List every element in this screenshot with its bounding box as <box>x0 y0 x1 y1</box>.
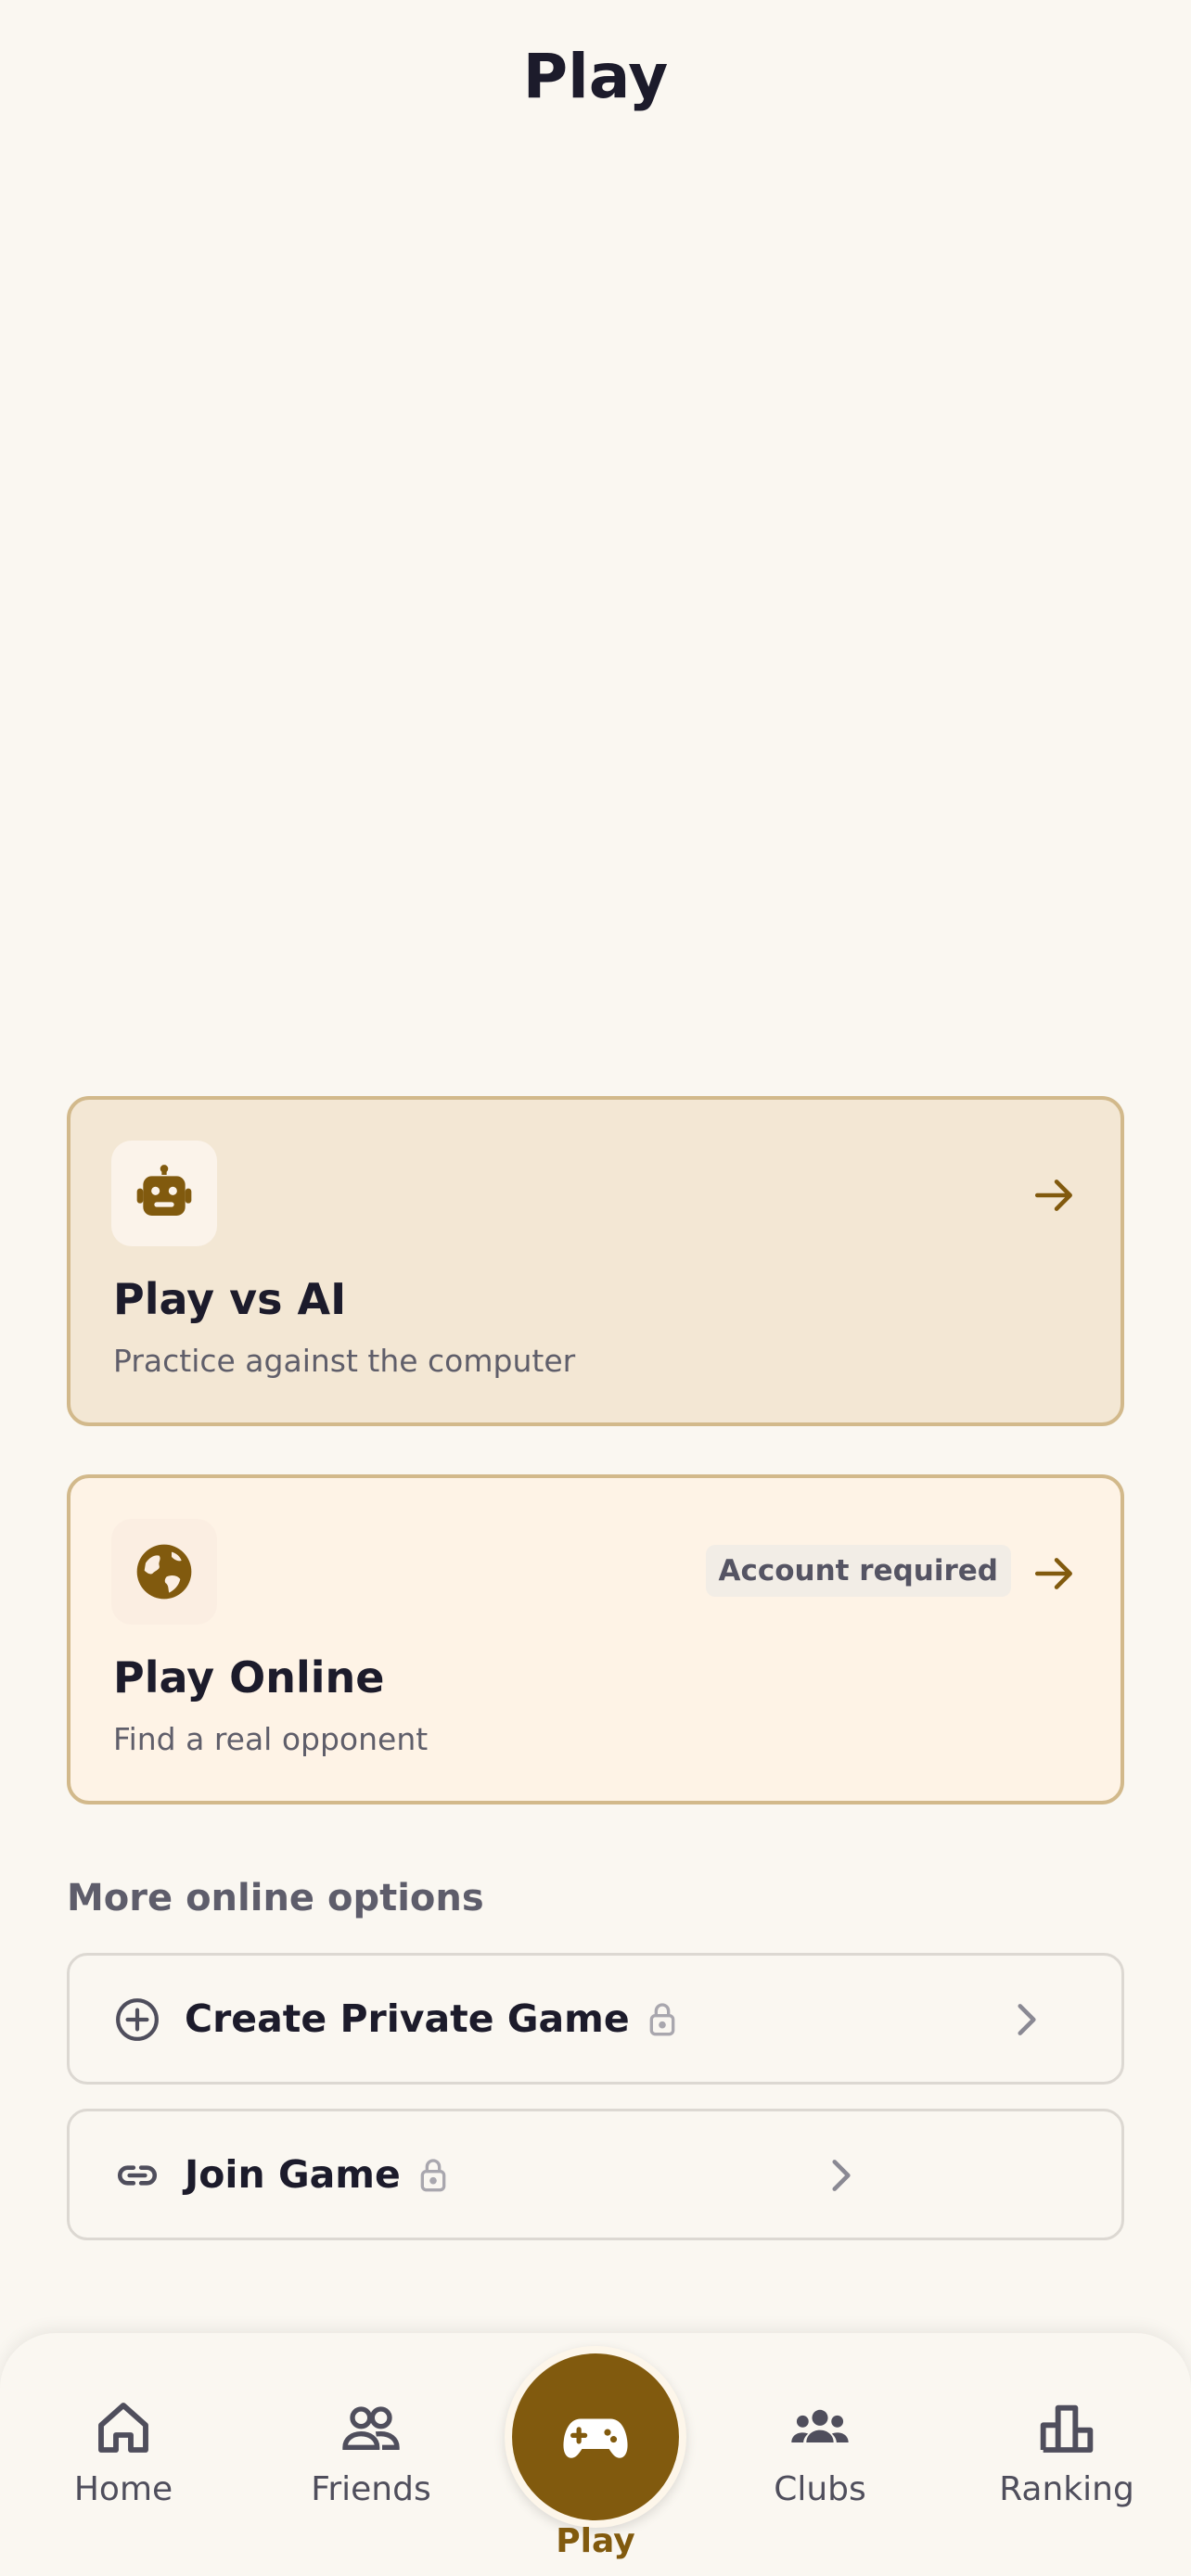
chevron-right-icon <box>832 2160 851 2191</box>
arrow-right-icon <box>1034 1558 1072 1589</box>
globe-icon <box>111 1519 217 1625</box>
nav-friends[interactable]: Friends <box>278 2398 464 2508</box>
create-private-game-label: Create Private Game <box>185 1996 630 2041</box>
more-options-heading: More online options <box>67 1877 484 1919</box>
nav-ranking[interactable]: Ranking <box>974 2398 1159 2508</box>
play-vs-ai-subtitle: Practice against the computer <box>113 1343 576 1379</box>
page-title: Play <box>522 41 669 112</box>
friends-icon <box>342 2406 400 2450</box>
nav-ranking-label: Ranking <box>999 2470 1134 2508</box>
nav-friends-label: Friends <box>311 2470 431 2508</box>
lock-icon <box>649 2003 675 2036</box>
ranking-icon <box>1040 2404 1094 2453</box>
plus-circle-icon <box>116 1998 159 2041</box>
nav-clubs-label: Clubs <box>774 2470 866 2508</box>
nav-home[interactable]: Home <box>31 2398 216 2508</box>
join-game-label: Join Game <box>185 2152 401 2197</box>
play-online-title: Play Online <box>113 1652 385 1702</box>
play-vs-ai-card[interactable]: Play vs AI Practice against the computer <box>67 1096 1124 1426</box>
robot-icon <box>111 1141 217 1246</box>
join-game-button[interactable]: Join Game <box>67 2109 1124 2240</box>
nav-clubs[interactable]: Clubs <box>727 2398 913 2508</box>
home-icon <box>98 2403 148 2453</box>
lock-icon <box>420 2159 446 2192</box>
create-private-game-button[interactable]: Create Private Game <box>67 1953 1124 2085</box>
play-online-subtitle: Find a real opponent <box>113 1721 429 1757</box>
link-icon <box>118 2165 157 2186</box>
nav-play-button[interactable] <box>505 2346 686 2528</box>
arrow-right-icon <box>1034 1180 1072 1211</box>
clubs-icon <box>791 2409 849 2442</box>
nav-home-label: Home <box>73 2470 173 2508</box>
gamepad-icon <box>563 2418 628 2458</box>
bottom-nav: Home Friends Play Clubs Ranking <box>0 2333 1191 2576</box>
nav-play-label[interactable]: Play <box>503 2522 688 2560</box>
play-online-card[interactable]: Account required Play Online Find a real… <box>67 1474 1124 1804</box>
chevron-right-icon <box>1018 2004 1036 2035</box>
account-required-badge: Account required <box>705 1545 1011 1597</box>
play-vs-ai-title: Play vs AI <box>113 1274 347 1324</box>
